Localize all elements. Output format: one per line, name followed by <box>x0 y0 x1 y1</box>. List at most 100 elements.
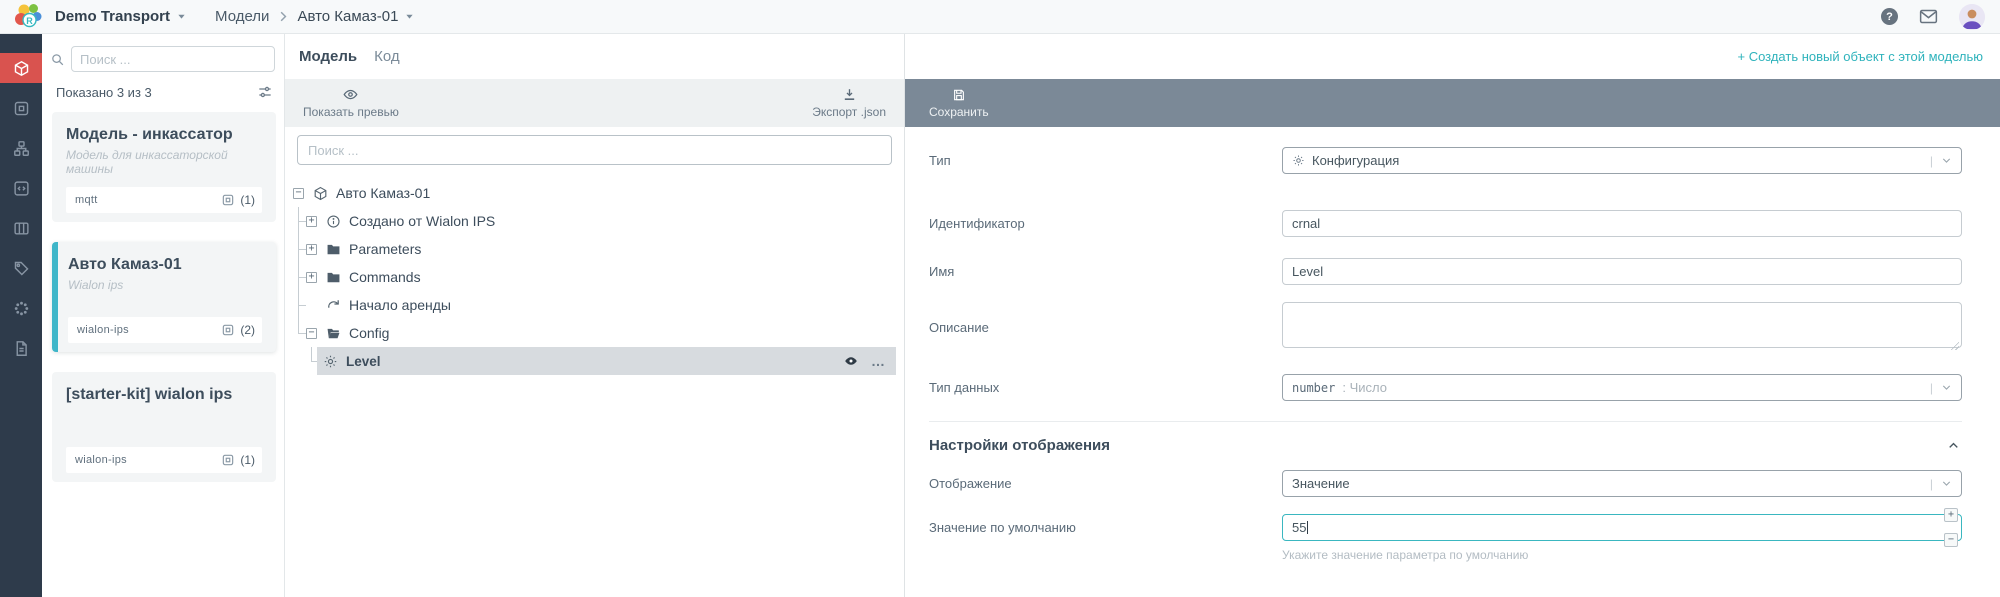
form-row-identifier: Идентификатор <box>929 210 1962 237</box>
sidebar-item-tables[interactable] <box>0 213 42 243</box>
model-card-selected[interactable]: Авто Камаз-01 Wialon ips wialon-ips (2) <box>52 242 276 352</box>
display-settings-header: Настройки отображения <box>929 434 1962 456</box>
svg-text:R: R <box>26 16 33 26</box>
model-card-title: [starter-kit] wialon ips <box>66 386 262 404</box>
modules-icon <box>13 300 30 317</box>
stepper-increment-button[interactable]: + <box>1944 508 1958 522</box>
select-divider: | <box>1930 477 1933 491</box>
model-card-subtitle: Wialon ips <box>68 278 262 292</box>
collapse-toggle[interactable]: − <box>293 188 304 199</box>
app-window: R Demo Transport Модели Авто Камаз-01 ? <box>0 0 2000 597</box>
objects-count: (1) <box>240 193 255 207</box>
visibility-eye-icon[interactable] <box>844 354 858 368</box>
select-divider: | <box>1930 154 1933 168</box>
sidebar-item-tags[interactable] <box>0 253 42 283</box>
model-tabs: Модель Код <box>285 34 904 79</box>
hierarchy-icon <box>13 140 30 157</box>
tree-node-created-from[interactable]: + Создано от Wialon IPS <box>285 207 904 235</box>
more-actions-icon[interactable]: … <box>871 357 886 365</box>
gear-icon <box>1292 154 1305 167</box>
expander-spacer <box>306 300 317 311</box>
chevron-down-icon <box>1941 382 1952 393</box>
breadcrumb-models[interactable]: Модели <box>215 8 269 25</box>
create-object-link[interactable]: + Создать новый объект с этой моделью <box>1738 49 1984 64</box>
sidebar-item-modules[interactable] <box>0 293 42 323</box>
data-type-select[interactable]: number : Число | <box>1282 374 1962 401</box>
help-icon[interactable]: ? <box>1881 8 1898 25</box>
expand-toggle[interactable]: + <box>306 244 317 255</box>
tab-model[interactable]: Модель <box>299 48 357 65</box>
type-select[interactable]: Конфигурация | <box>1282 147 1962 174</box>
download-icon <box>842 87 857 102</box>
expand-toggle[interactable]: + <box>306 272 317 283</box>
type-select-value: Конфигурация <box>1312 153 1399 168</box>
models-search-row <box>42 34 284 78</box>
caret-down-icon <box>177 13 186 20</box>
breadcrumb-current-model[interactable]: Авто Камаз-01 <box>297 8 414 25</box>
identifier-input[interactable] <box>1282 210 1962 237</box>
default-value-input[interactable]: 55 <box>1282 514 1962 541</box>
display-label: Отображение <box>929 476 1282 491</box>
gear-icon <box>322 353 338 369</box>
models-search-input[interactable] <box>71 46 275 72</box>
description-textarea[interactable] <box>1282 302 1962 348</box>
model-card-subtitle <box>66 408 262 422</box>
display-select[interactable]: Значение | <box>1282 470 1962 497</box>
mail-icon[interactable] <box>1919 9 1938 24</box>
model-card[interactable]: Модель - инкассатор Модель для инкассато… <box>52 112 276 222</box>
cube-icon <box>13 60 30 77</box>
select-divider: | <box>1930 381 1933 395</box>
name-input[interactable] <box>1282 258 1962 285</box>
default-value-text: 55 <box>1292 520 1306 535</box>
save-toolbar: Сохранить <box>905 79 2000 127</box>
shown-count: Показано 3 из 3 <box>56 85 152 100</box>
tab-code[interactable]: Код <box>374 48 400 65</box>
objects-count: (1) <box>240 453 255 467</box>
topbar-actions: ? <box>1881 4 1985 30</box>
tree-node-parameters[interactable]: + Parameters <box>285 235 904 263</box>
expand-toggle[interactable]: + <box>306 216 317 227</box>
sidebar-item-hierarchy[interactable] <box>0 133 42 163</box>
display-settings-title: Настройки отображения <box>929 437 1110 454</box>
filter-icon[interactable] <box>257 84 273 100</box>
model-cards-list: Модель - инкассатор Модель для инкассато… <box>42 112 284 597</box>
tree-node-label: Авто Камаз-01 <box>336 185 430 201</box>
tree-node-root[interactable]: − Авто Камаз-01 <box>285 179 904 207</box>
model-card-title: Авто Камаз-01 <box>68 256 262 274</box>
data-type-code: number <box>1292 381 1335 395</box>
chevron-up-icon[interactable] <box>1947 439 1962 452</box>
chevron-down-icon <box>1941 155 1952 166</box>
workspace-switcher[interactable]: Demo Transport <box>55 8 186 25</box>
form-row-description: Описание <box>929 302 1962 353</box>
display-select-value: Значение <box>1292 476 1350 491</box>
tree-node-rent-start[interactable]: Начало аренды <box>285 291 904 319</box>
stepper-decrement-button[interactable]: − <box>1944 533 1958 547</box>
export-json-label: Экспорт .json <box>812 105 886 119</box>
form-row-data-type: Тип данных number : Число | <box>929 374 1962 401</box>
tree-node-label: Начало аренды <box>349 297 451 313</box>
info-icon <box>325 213 341 229</box>
save-button[interactable]: Сохранить <box>913 88 1005 119</box>
sidebar-item-documents[interactable] <box>0 333 42 363</box>
show-preview-button[interactable]: Показать превью <box>303 87 399 119</box>
tree-node-level-selected[interactable]: Level … <box>317 347 896 375</box>
model-card[interactable]: [starter-kit] wialon ips wialon-ips (1) <box>52 372 276 482</box>
tree-search-row <box>285 127 904 167</box>
current-model-name: Авто Камаз-01 <box>297 8 398 25</box>
user-avatar[interactable] <box>1959 4 1985 30</box>
default-value-hint: Укажите значение параметра по умолчанию <box>1282 548 1962 562</box>
sidebar-item-objects[interactable] <box>0 93 42 123</box>
protocol-label: wialon-ips <box>77 324 129 336</box>
sidebar-item-models[interactable] <box>0 53 42 83</box>
form-row-name: Имя <box>929 258 1962 285</box>
model-tree-panel: Модель Код Показать превью Экспорт .json <box>285 34 905 597</box>
tree-search-input[interactable] <box>297 135 892 165</box>
sidebar-item-code[interactable] <box>0 173 42 203</box>
model-card-footer: wialon-ips (2) <box>68 317 262 343</box>
form-row-type: Тип Конфигурация | <box>929 147 1962 174</box>
tree-node-config[interactable]: − Config <box>285 319 904 347</box>
collapse-toggle[interactable]: − <box>306 328 317 339</box>
tree-node-commands[interactable]: + Commands <box>285 263 904 291</box>
export-json-button[interactable]: Экспорт .json <box>812 87 886 119</box>
type-label: Тип <box>929 153 1282 168</box>
